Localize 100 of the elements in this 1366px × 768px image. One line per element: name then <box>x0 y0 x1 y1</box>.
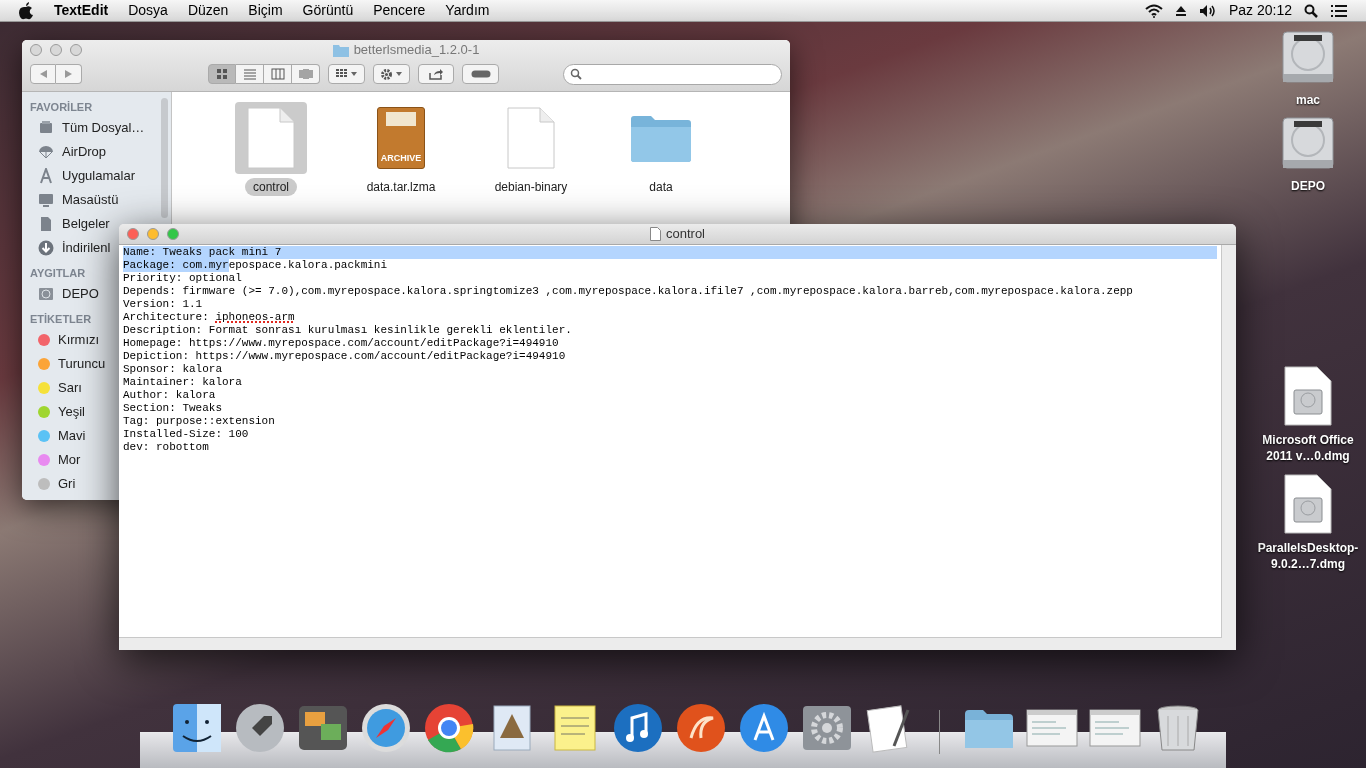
text-line: Sponsor: kalora <box>122 363 224 376</box>
rocket-icon[interactable] <box>234 702 286 754</box>
grid-icon <box>335 69 348 79</box>
speaker-icon[interactable] <box>1198 3 1217 18</box>
document-icon <box>38 216 54 232</box>
text-line: Tag: purpose::extension <box>122 415 276 428</box>
archive-box-icon: ARCHIVE <box>377 107 425 169</box>
file-name: control <box>245 178 297 196</box>
circle-logo-icon[interactable] <box>423 702 475 754</box>
menu-item[interactable]: Dosya <box>128 0 168 21</box>
text-line: Homepage: https://www.myrepospace.com/account/editPackage?i=494910 <box>122 337 560 350</box>
menu-item[interactable]: Düzen <box>187 0 229 21</box>
search-icon[interactable] <box>1304 3 1318 18</box>
text-line: Author: kalora <box>122 389 217 402</box>
sidebar-heading: ETİKETLER <box>30 312 92 327</box>
file-name: data <box>648 179 674 196</box>
caret-icon <box>396 72 403 76</box>
tag-button[interactable] <box>462 64 500 84</box>
text-line: Maintainer: kalora <box>122 376 243 389</box>
text-line: Architecture: iphoneos-arm <box>122 311 296 324</box>
sidebar-item[interactable]: Yeşil <box>30 400 85 424</box>
sidebar-item[interactable]: Tüm Dosyal… <box>30 116 145 140</box>
hard-drive-icon <box>1280 116 1336 172</box>
arrange-button[interactable] <box>328 64 365 84</box>
sidebar-item[interactable]: Turuncu <box>30 352 106 376</box>
parachute-icon <box>38 144 54 160</box>
caret-icon <box>350 72 357 76</box>
disk-image-icon <box>1284 474 1332 534</box>
list-icon <box>242 68 257 80</box>
sidebar-item[interactable]: Masaüstü <box>30 188 119 212</box>
sidebar-item[interactable]: Belgeler <box>30 212 110 236</box>
apple-logo-icon[interactable] <box>18 1 34 20</box>
folder-icon <box>629 113 693 163</box>
desktop-icon-label[interactable]: DEPO <box>1291 178 1325 194</box>
dock-separator <box>939 710 940 754</box>
text-line: Description: Format sonrası kurulması kesinlikle gerekli eklentiler. <box>122 324 573 337</box>
sidebar-heading: FAVORİLER <box>30 100 93 115</box>
view-mode-button[interactable] <box>208 64 236 84</box>
close-button[interactable] <box>127 228 139 240</box>
text-line: Version: 1.1 <box>122 298 204 311</box>
window-title: control <box>666 225 705 244</box>
search-icon <box>570 68 583 80</box>
music-note-icon[interactable] <box>612 702 664 754</box>
sidebar-item[interactable]: Kırmızı <box>30 328 100 352</box>
hard-drive-icon <box>38 286 54 302</box>
sidebar-item[interactable]: DEPO <box>30 282 99 306</box>
menu-item[interactable]: Yardım <box>445 0 490 21</box>
sidebar-item[interactable]: Mavi <box>30 424 86 448</box>
sidebar-heading: AYGITLAR <box>30 266 86 281</box>
compass-icon[interactable] <box>360 702 412 754</box>
text-line: Installed-Size: 100 <box>122 428 250 441</box>
text-line: Depends: firmware (>= 7.0),com.myrepospace.kalora.springtomize3 ,com.myrepospace.kalora.ifile7 ,com.myrepospace.kalora.barreb,com.myrepospace.kalora.zepp <box>122 285 1134 298</box>
sidebar-item[interactable]: AirDrop <box>30 140 107 164</box>
text-line: Priority: optional <box>122 272 243 285</box>
desktop-icon-label[interactable]: Microsoft Office 2011 v…0.dmg <box>1252 432 1364 464</box>
hard-drive-icon <box>1280 30 1336 86</box>
file-name: debian-binary <box>493 179 569 196</box>
view-mode-button[interactable] <box>264 64 292 84</box>
text-line: dev: robottom <box>122 441 210 454</box>
disk-image-icon <box>1284 366 1332 426</box>
sidebar-item[interactable]: İndirilenl <box>30 236 111 260</box>
app-menu[interactable]: TextEdit <box>54 0 109 21</box>
desktop-icon-label[interactable]: ParallelsDesktop-9.0.2…7.dmg <box>1252 540 1364 572</box>
gear-icon <box>380 67 394 81</box>
smiling-face-icon[interactable] <box>171 702 223 754</box>
sidebar-item[interactable]: Gri <box>30 472 76 496</box>
sidebar-item[interactable]: Uygulamalar <box>30 164 135 188</box>
document-icon <box>507 107 555 169</box>
swirl-icon[interactable] <box>675 702 727 754</box>
menu-clock[interactable]: Paz 20:12 <box>1228 0 1292 21</box>
eject-icon[interactable] <box>1174 4 1187 17</box>
sidebar-item[interactable]: Mor <box>30 448 81 472</box>
letter-a-icon <box>38 168 54 184</box>
menu-item[interactable]: Pencere <box>373 0 426 21</box>
left-triangle-icon <box>39 70 47 78</box>
forward-button[interactable] <box>56 64 82 84</box>
grid-icon <box>215 68 229 80</box>
menu-item[interactable]: Biçim <box>248 0 283 21</box>
search-field[interactable] <box>563 63 782 85</box>
action-button[interactable] <box>372 64 410 84</box>
letter-a-icon[interactable] <box>738 702 790 754</box>
columns-icon <box>270 68 285 80</box>
share-icon <box>428 68 443 80</box>
file-name: data.tar.lzma <box>365 179 437 196</box>
folder-icon <box>332 43 349 57</box>
text-line: Section: Tweaks <box>122 402 224 415</box>
document-icon <box>247 107 295 169</box>
download-icon <box>38 240 54 256</box>
pill-icon <box>470 70 491 78</box>
wifi-icon[interactable] <box>1144 3 1163 18</box>
file-stack-icon <box>38 120 54 136</box>
text-line: Depiction: https://www.myrepospace.com/account/editPackage?i=494910 <box>122 350 567 363</box>
desktop-icon-label[interactable]: mac <box>1296 92 1320 108</box>
menu-item[interactable]: Görüntü <box>302 0 354 21</box>
list-icon[interactable] <box>1330 3 1348 18</box>
monitor-icon <box>38 192 54 208</box>
sidebar-item[interactable]: Sarı <box>30 376 82 400</box>
sidebar-scrollbar[interactable] <box>161 98 168 218</box>
back-button[interactable] <box>30 64 56 84</box>
share-button[interactable] <box>417 64 455 84</box>
